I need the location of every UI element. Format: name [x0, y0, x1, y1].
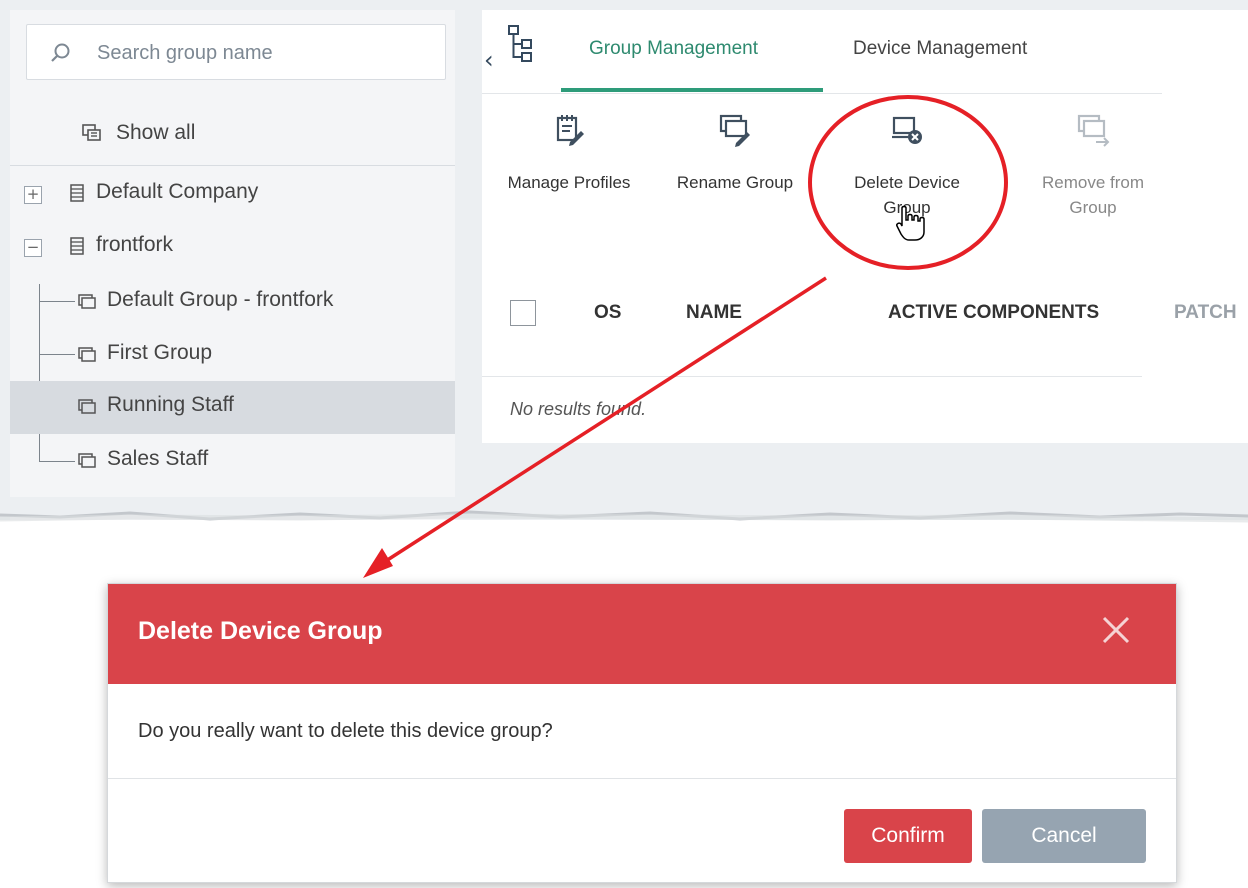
show-all-label: Show all — [116, 121, 196, 144]
tab-divider — [482, 93, 1162, 94]
device-group-icon — [78, 453, 96, 468]
search-input[interactable] — [97, 35, 427, 71]
highlight-circle — [808, 95, 1008, 270]
screenshot-region: Show all + Default Company − — [0, 0, 1248, 545]
show-all-row[interactable]: Show all — [10, 106, 455, 166]
tree-item-label: Default Company — [96, 180, 259, 203]
column-os[interactable]: OS — [594, 302, 621, 324]
collapse-toggle[interactable]: − — [24, 239, 42, 257]
expand-toggle[interactable]: + — [24, 186, 42, 204]
tree-item-label: Running Staff — [107, 393, 234, 416]
group-sidebar: Show all + Default Company − — [10, 10, 455, 520]
no-results-text: No results found. — [510, 399, 647, 419]
tab-device-management[interactable]: Device Management — [853, 38, 1027, 60]
delete-device-group-dialog: Delete Device Group Do you really want t… — [107, 583, 1177, 883]
tree-item-running-staff[interactable]: Running Staff — [10, 381, 455, 434]
torn-edge-decoration — [0, 497, 1248, 523]
column-active-components[interactable]: ACTIVE COMPONENTS — [888, 302, 1099, 324]
rename-group-label: Rename Group — [676, 173, 794, 192]
search-box[interactable] — [26, 24, 446, 80]
collapse-sidebar-chevron-icon[interactable]: ‹ — [484, 46, 494, 74]
device-group-icon — [78, 399, 96, 414]
device-group-icon — [78, 347, 96, 362]
select-all-checkbox[interactable] — [510, 300, 536, 326]
column-name[interactable]: NAME — [686, 302, 742, 324]
tree-structure-icon[interactable] — [504, 24, 538, 64]
dialog-message: Do you really want to delete this device… — [138, 720, 553, 742]
tab-group-management[interactable]: Group Management — [589, 38, 758, 60]
column-patch[interactable]: PATCH — [1174, 302, 1237, 324]
rename-group-icon — [719, 114, 750, 147]
cancel-button[interactable]: Cancel — [982, 809, 1146, 863]
tree-item-label: frontfork — [96, 233, 174, 256]
tree-item-first-group[interactable]: First Group — [10, 329, 455, 382]
manage-profiles-label: Manage Profiles — [507, 173, 631, 192]
tree-item-label: Sales Staff — [107, 447, 209, 470]
rename-group-button[interactable]: Rename Group — [662, 110, 808, 195]
company-icon — [70, 237, 84, 255]
remove-from-group-button[interactable]: Remove from Group — [1018, 110, 1168, 220]
dialog-divider — [108, 778, 1176, 779]
active-tab-indicator — [561, 88, 823, 92]
manage-profiles-icon — [556, 115, 584, 146]
tree-item-label: Default Group - frontfork — [107, 288, 334, 311]
confirm-button[interactable]: Confirm — [844, 809, 972, 863]
search-icon — [51, 43, 70, 62]
remove-from-group-icon — [1077, 114, 1110, 147]
dialog-header: Delete Device Group — [108, 584, 1176, 684]
company-icon — [70, 184, 84, 202]
tree-item-label: First Group — [107, 341, 213, 364]
tree-item-default-company[interactable]: + Default Company — [10, 168, 455, 221]
device-group-icon — [78, 294, 96, 309]
tree-item-default-group-frontfork[interactable]: Default Group - frontfork — [10, 276, 455, 329]
tree-item-frontfork[interactable]: − frontfork — [10, 221, 455, 274]
remove-from-group-label: Remove from Group — [1041, 173, 1145, 217]
table-divider — [482, 376, 1142, 377]
close-icon[interactable] — [1096, 610, 1136, 650]
show-all-icon — [82, 124, 101, 141]
dialog-title: Delete Device Group — [138, 617, 383, 645]
device-table-header: OS NAME ACTIVE COMPONENTS PATCH — [510, 300, 1237, 336]
manage-profiles-button[interactable]: Manage Profiles — [498, 110, 640, 195]
tree-item-sales-staff[interactable]: Sales Staff — [10, 435, 455, 488]
